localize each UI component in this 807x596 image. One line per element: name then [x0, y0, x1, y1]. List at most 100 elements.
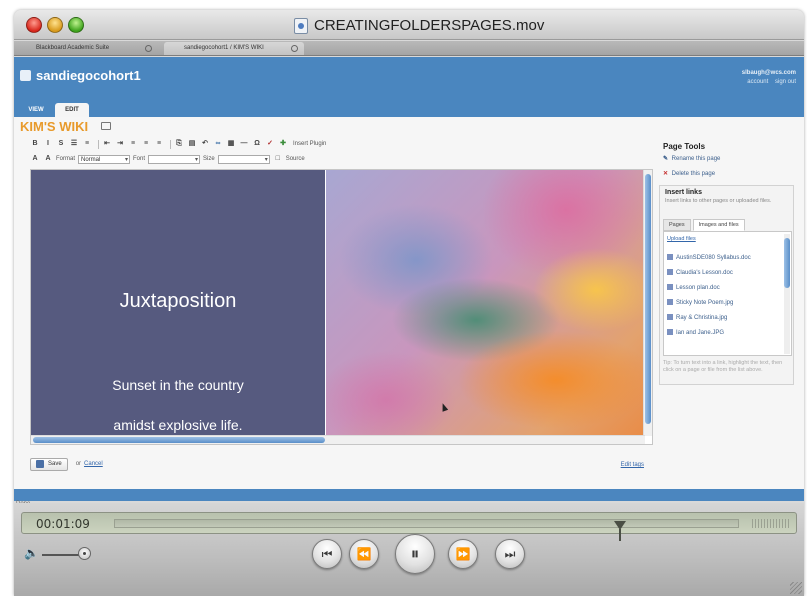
list-item[interactable]: Lesson plan.doc	[667, 284, 720, 291]
player-controls: 00:01:09 🔈 ⏮ ⏪ ⏸ ⏩ ⏭	[14, 503, 804, 596]
delete-page-link[interactable]: ✕ Delete this page	[663, 170, 715, 177]
skip-to-start-button[interactable]: ⏮	[312, 539, 342, 569]
save-label: Save	[48, 461, 62, 467]
document-icon	[667, 269, 673, 275]
list-item[interactable]: Ray & Christina.jpg	[667, 314, 727, 321]
slide-caption-line1: Sunset in the country	[112, 377, 244, 393]
quicktime-window: CREATINGFOLDERSPAGES.mov Blackboard Acad…	[14, 10, 804, 596]
list-item[interactable]: AustinSDE080 Syllabus.doc	[667, 254, 751, 261]
source-checkbox[interactable]: □	[273, 154, 283, 164]
scrub-bar[interactable]	[114, 519, 739, 541]
painting-image	[326, 170, 644, 444]
list-item[interactable]: Claudia's Lesson.doc	[667, 269, 733, 276]
text-color-icon[interactable]: A	[30, 154, 40, 164]
close-window-button[interactable]	[26, 17, 42, 33]
special-character-icon[interactable]: Ω	[252, 139, 262, 149]
size-select[interactable]	[217, 154, 270, 164]
file-name: Sticky Note Poem.jpg	[676, 300, 734, 306]
rename-icon: ✎	[663, 156, 669, 162]
paste-icon[interactable]: ▤	[187, 139, 197, 149]
tab-pages[interactable]: Pages	[663, 219, 691, 231]
sign-out-link[interactable]: sign out	[775, 79, 796, 85]
file-list-scrollbar[interactable]	[784, 234, 790, 354]
rename-page-link[interactable]: ✎ Rename this page	[663, 155, 720, 162]
italic-icon[interactable]: I	[43, 139, 53, 149]
edit-tags-link[interactable]: Edit tags	[621, 462, 644, 468]
resize-grip-icon[interactable]	[790, 582, 802, 594]
tab-close-icon[interactable]	[291, 45, 298, 52]
indent-icon[interactable]: ⇥	[115, 139, 125, 149]
volume-slider-knob[interactable]	[78, 547, 92, 560]
fast-forward-icon: ⏩	[455, 547, 471, 561]
zoom-window-button[interactable]	[68, 17, 84, 33]
rss-feed-icon[interactable]	[101, 122, 111, 130]
scrollbar-thumb[interactable]	[645, 174, 651, 424]
browser-tab-blackboard[interactable]: Blackboard Academic Suite	[16, 42, 158, 55]
site-header: sandiegocohort1 slbaugh@wcs.com account …	[14, 57, 804, 117]
font-select[interactable]	[148, 154, 201, 164]
skip-to-end-button[interactable]: ⏭	[495, 539, 525, 569]
list-item[interactable]: Sticky Note Poem.jpg	[667, 299, 733, 306]
tab-close-icon[interactable]	[145, 45, 152, 52]
size-label: Size	[203, 156, 215, 162]
align-left-icon[interactable]: ≡	[128, 139, 138, 149]
volume-icon[interactable]: 🔈	[24, 546, 39, 560]
delete-page-label: Delete this page	[671, 171, 716, 177]
numbered-list-icon[interactable]: ≡	[82, 139, 92, 149]
minimize-window-button[interactable]	[47, 17, 63, 33]
save-row: Save or Cancel	[30, 457, 103, 471]
bulleted-list-icon[interactable]: ☰	[69, 139, 79, 149]
editor-toolbar-row1: B I S ☰ ≡ ⇤ ⇥ ≡ ≡ ≡ ⎘ ▤ ↶ ∞ ▦ ― Ω ✓ ✚ In…	[30, 138, 326, 150]
bold-icon[interactable]: B	[30, 139, 40, 149]
insert-links-description: Insert links to other pages or uploaded …	[665, 198, 772, 204]
skip-to-end-icon: ⏭	[504, 546, 516, 561]
browser-tab-strip: Blackboard Academic Suite sandiegocohort…	[14, 41, 804, 56]
editor-vertical-scrollbar[interactable]	[643, 170, 652, 436]
save-button[interactable]: Save	[30, 457, 68, 471]
image-file-icon	[667, 314, 673, 320]
upload-files-link[interactable]: Upload files	[667, 236, 696, 242]
link-icon[interactable]: ∞	[213, 139, 223, 149]
table-icon[interactable]: ▦	[226, 139, 236, 149]
tab-view[interactable]: VIEW	[20, 103, 52, 117]
playhead[interactable]	[613, 521, 626, 541]
delete-icon: ✕	[663, 171, 669, 177]
rich-text-editor[interactable]: Juxtaposition Sunset in the country amid…	[30, 169, 653, 445]
highlight-color-icon[interactable]: A	[43, 154, 53, 164]
undo-icon[interactable]: ↶	[200, 139, 210, 149]
tab-images-and-files[interactable]: Images and files	[692, 219, 745, 231]
cancel-link[interactable]: Cancel	[84, 461, 103, 467]
editor-horizontal-scrollbar[interactable]	[31, 435, 645, 444]
strikethrough-icon[interactable]: S	[56, 139, 66, 149]
list-item[interactable]: Ian and Jane.JPG	[667, 329, 724, 336]
editor-toolbar-row2: A A Format Normal Font Size □ Source	[30, 153, 305, 165]
page-tools-heading: Page Tools	[663, 142, 706, 151]
fast-forward-button[interactable]: ⏩	[448, 539, 478, 569]
pause-button[interactable]: ⏸	[395, 534, 435, 574]
file-name: AustinSDE080 Syllabus.doc	[676, 255, 751, 261]
scrollbar-thumb[interactable]	[784, 238, 790, 288]
spell-check-icon[interactable]: ✓	[265, 139, 275, 149]
tab-edit[interactable]: EDIT	[55, 103, 89, 117]
file-name: Claudia's Lesson.doc	[676, 270, 733, 276]
align-center-icon[interactable]: ≡	[141, 139, 151, 149]
slide-image: Juxtaposition Sunset in the country amid…	[31, 170, 325, 444]
outdent-icon[interactable]: ⇤	[102, 139, 112, 149]
site-name[interactable]: sandiegocohort1	[36, 68, 141, 83]
account-link[interactable]: account	[747, 79, 768, 85]
align-right-icon[interactable]: ≡	[154, 139, 164, 149]
plugin-icon[interactable]: ✚	[278, 139, 288, 149]
copy-icon[interactable]: ⎘	[174, 139, 184, 149]
timeline: 00:01:09	[21, 512, 797, 541]
scrollbar-thumb[interactable]	[33, 437, 325, 443]
slide-heading: Juxtaposition	[119, 290, 237, 312]
browser-tab-wiki[interactable]: sandiegocohort1 / KIM'S WIKI	[164, 42, 304, 55]
insert-plugin-button[interactable]: Insert Plugin	[293, 141, 326, 147]
rename-page-label: Rename this page	[671, 156, 721, 162]
horizontal-rule-icon[interactable]: ―	[239, 139, 249, 149]
slide-caption-line2: amidst explosive life.	[113, 417, 243, 433]
format-select[interactable]: Normal	[78, 154, 131, 164]
save-disk-icon	[36, 460, 44, 468]
rewind-button[interactable]: ⏪	[349, 539, 379, 569]
browser-tab-label: Blackboard Academic Suite	[36, 45, 110, 51]
